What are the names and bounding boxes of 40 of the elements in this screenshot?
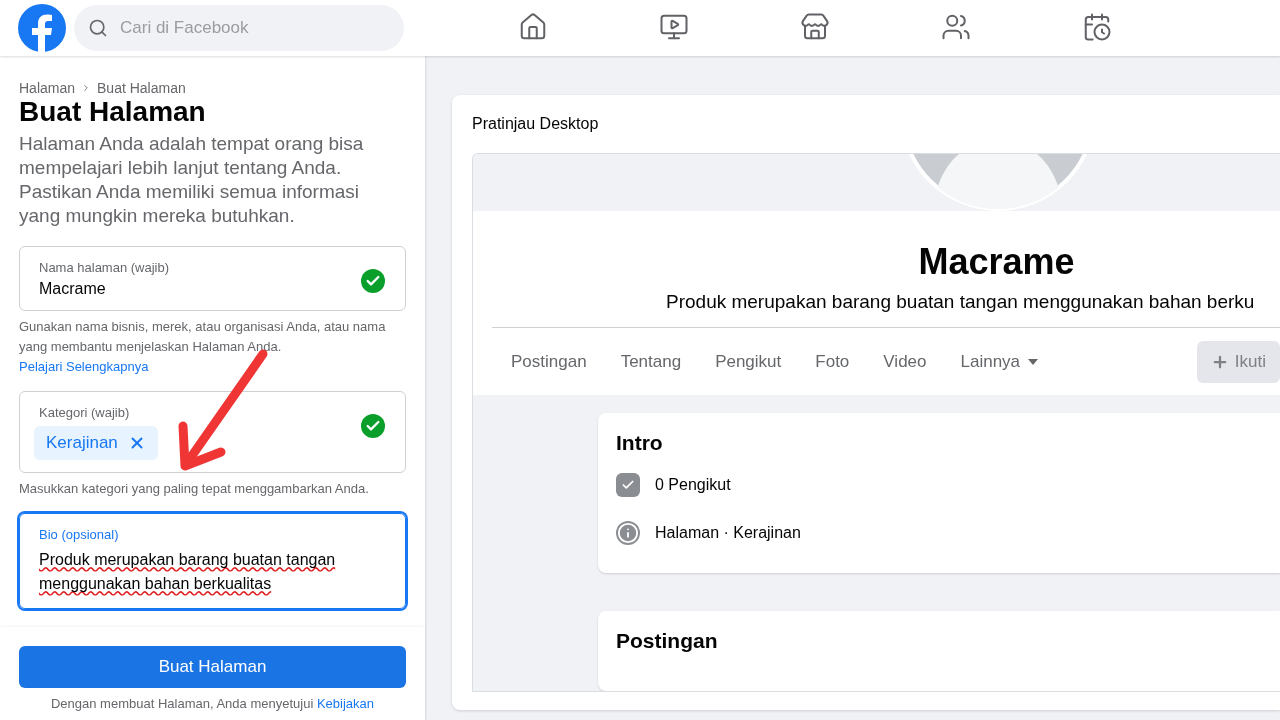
breadcrumb-item[interactable]: Halaman: [19, 80, 76, 96]
logo-icon[interactable]: [18, 4, 66, 52]
store-icon: [799, 11, 830, 42]
field-label: Nama halaman (wajib): [39, 260, 171, 275]
chip-label: Kerajinan: [46, 433, 118, 453]
search-icon: [88, 18, 108, 38]
intro-item: 0 Pengikut: [655, 476, 731, 494]
create-page-button[interactable]: Buat Halaman: [19, 646, 406, 688]
intro-text: Halaman Anda adalah tempat orang bisa mempelajari lebih lanjut tentang Anda. Pastikan Anda memiliki semua informasi yang mungkin mereka butuhkan.: [19, 132, 365, 228]
info-icon: [616, 521, 640, 545]
page-tab[interactable]: Postingan: [496, 351, 606, 372]
terms-text: Dengan membuat Halaman, Anda menyetujui Kebijakan: [49, 696, 376, 711]
intro-title: Intro: [616, 431, 664, 455]
page-tab[interactable]: Lainnya: [945, 351, 1058, 372]
intro-item: Halaman · Kerajinan: [655, 524, 801, 542]
breadcrumb-item: Buat Halaman: [97, 80, 186, 96]
field-value: Macrame: [39, 280, 107, 298]
learn-more-link[interactable]: Pelajari Selengkapnya: [19, 359, 149, 374]
help-text: Gunakan nama bisnis, merek, atau organisasi Anda, atau nama yang membantu menjelaskan Halaman Anda. Pelajari Selengkapnya: [19, 318, 387, 376]
help-text: Masukkan kategori yang paling tepat menggambarkan Anda.: [19, 480, 370, 498]
policy-link[interactable]: Kebijakan: [316, 696, 375, 711]
bio-field[interactable]: Bio (opsional) Produk merupakan barang buatan tangan menggunakan bahan berkualitas: [19, 513, 406, 609]
search-input[interactable]: Cari di Facebook: [118, 17, 372, 39]
follower-icon: [616, 473, 640, 497]
search-field[interactable]: Cari di Facebook: [74, 5, 404, 51]
preview-title: Pratinjau Desktop: [472, 115, 600, 133]
page-title: Buat Halaman: [19, 96, 207, 128]
posts-title: Postingan: [616, 629, 719, 653]
page-tab[interactable]: Foto: [800, 351, 869, 372]
page-tab[interactable]: Video: [868, 351, 946, 372]
page-bio: Produk merupakan barang buatan tangan menggunakan bahan berku: [666, 291, 1255, 313]
name-field[interactable]: Nama halaman (wajib) Macrame: [19, 246, 406, 311]
page-tab[interactable]: Tentang: [605, 351, 701, 372]
page-tab[interactable]: Pengikut: [700, 351, 801, 372]
field-label: Bio (opsional): [39, 527, 120, 542]
caret-icon: [1028, 358, 1039, 365]
field-label: Kategori (wajib): [39, 405, 131, 420]
category-field[interactable]: Kategori (wajib) Kerajinan: [19, 391, 406, 473]
page-name: Macrame: [918, 241, 1075, 283]
field-value: Produk merupakan barang buatan tangan menggunakan bahan berkualitas: [39, 550, 337, 594]
